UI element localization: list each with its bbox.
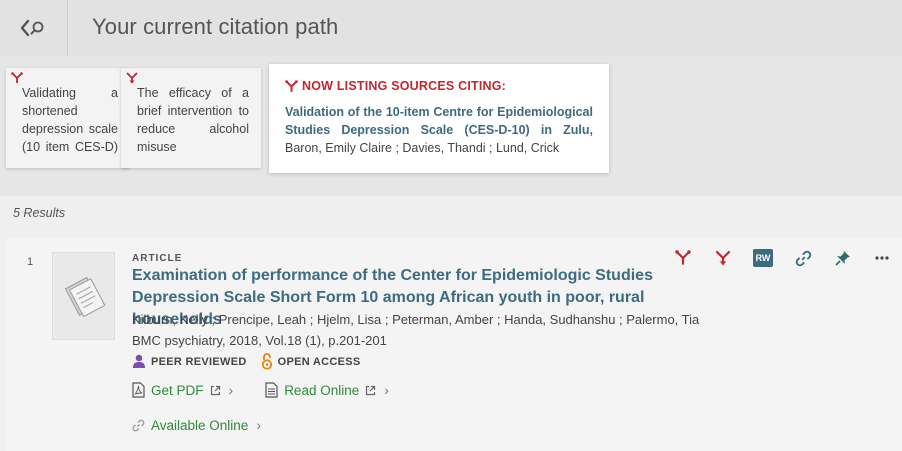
resource-type-label: ARTICLE	[132, 253, 183, 264]
now-listing-text: NOW LISTING SOURCES CITING:	[302, 79, 507, 93]
back-to-search-button[interactable]	[0, 0, 68, 56]
peer-reviewed-label: PEER REVIEWED	[151, 355, 247, 368]
result-index: 1	[27, 256, 34, 268]
read-online-label: Read Online	[284, 382, 360, 398]
more-actions-button[interactable]	[871, 248, 893, 268]
citing-icon	[715, 250, 731, 266]
pin-icon	[835, 251, 850, 266]
document-icon	[64, 276, 105, 318]
read-online-link[interactable]: Read Online ›	[265, 382, 389, 398]
pin-button[interactable]	[832, 248, 854, 268]
result-source: BMC psychiatry, 2018, Vol.18 (1), p.201-…	[132, 333, 387, 348]
chevron-right-icon: ›	[228, 382, 234, 398]
refworks-button[interactable]: RW	[752, 248, 774, 268]
cited-by-icon	[285, 79, 298, 92]
available-online-label: Available Online	[151, 417, 249, 433]
article-thumbnail	[52, 252, 115, 340]
link-icon	[132, 419, 145, 431]
back-search-icon	[20, 19, 43, 37]
page-title: Your current citation path	[92, 14, 339, 39]
chevron-right-icon: ›	[256, 417, 261, 433]
results-count: 5 Results	[13, 206, 66, 220]
external-link-icon	[210, 385, 220, 395]
refworks-icon: RW	[753, 249, 773, 267]
result-badges: PEER REVIEWED OPEN ACCESS	[132, 353, 361, 370]
chevron-right-icon: ›	[384, 382, 389, 398]
now-listing-label: NOW LISTING SOURCES CITING:	[285, 79, 593, 93]
open-lock-icon	[261, 353, 272, 370]
open-access-badge: OPEN ACCESS	[261, 353, 361, 370]
citation-card-text: Validating a shortened depression scale …	[22, 86, 118, 154]
current-citation-authors: Baron, Emily Claire ; Davies, Thandi ; L…	[285, 141, 560, 155]
current-citation-card: NOW LISTING SOURCES CITING: Validation o…	[269, 64, 609, 173]
citation-card-text: The efficacy of a brief intervention to …	[137, 86, 249, 154]
cited-by-icon	[11, 72, 23, 83]
open-access-label: OPEN ACCESS	[277, 355, 361, 368]
get-pdf-link[interactable]: Get PDF ›	[132, 382, 233, 398]
citing-this-button[interactable]	[712, 248, 734, 268]
current-citation-title[interactable]: Validation of the 10-item Centre for Epi…	[285, 103, 593, 139]
citation-path-card[interactable]: The efficacy of a brief intervention to …	[121, 68, 261, 168]
access-links: Get PDF › Read Online ›	[132, 382, 389, 398]
cited-by-icon	[675, 250, 691, 265]
header-bar: Your current citation path	[0, 0, 902, 56]
result-authors: Kilburn, Kelly ; Prencipe, Leah ; Hjelm,…	[132, 312, 700, 327]
external-link-icon	[366, 385, 376, 395]
more-icon	[875, 256, 889, 260]
permalink-button[interactable]	[792, 248, 814, 268]
citation-path-card[interactable]: Validating a shortened depression scale …	[6, 68, 130, 168]
pdf-icon	[132, 382, 145, 398]
citing-icon	[126, 72, 138, 84]
link-icon	[795, 250, 811, 266]
cited-by-button[interactable]	[672, 248, 694, 268]
get-pdf-label: Get PDF	[151, 382, 204, 398]
peer-reviewed-badge: PEER REVIEWED	[132, 354, 247, 369]
available-online-link[interactable]: Available Online ›	[132, 417, 261, 433]
peer-reviewed-icon	[133, 354, 145, 368]
document-text-icon	[265, 382, 278, 398]
